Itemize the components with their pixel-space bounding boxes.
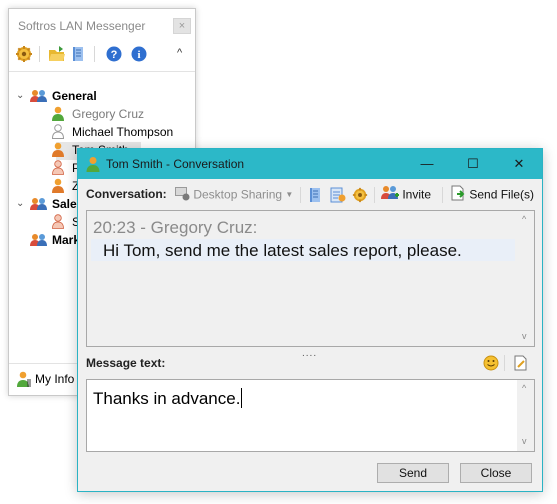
conversation-title-bar[interactable]: Tom Smith - Conversation — ☐ ✕ — [78, 149, 542, 179]
user-info-icon[interactable] — [330, 187, 346, 206]
history-scrollbar[interactable]: ^ v — [517, 211, 534, 346]
scroll-up-arrow-icon[interactable]: ^ — [522, 383, 526, 393]
group-icon — [30, 89, 48, 103]
svg-text:i: i — [137, 49, 140, 61]
scroll-down-arrow-icon[interactable]: v — [522, 436, 527, 446]
conversation-user-icon — [86, 156, 100, 172]
message-input-value: Thanks in advance. — [93, 389, 241, 408]
group-label: Mark — [52, 233, 81, 247]
group-label: General — [52, 89, 97, 103]
emoticon-icon[interactable] — [483, 355, 499, 374]
expand-chevron-icon[interactable]: ⌄ — [16, 87, 26, 105]
expand-chevron-icon[interactable]: ⌄ — [16, 195, 26, 213]
contact-name: Gregory Cruz — [72, 107, 145, 121]
desktop-sharing-label: Desktop Sharing — [193, 187, 283, 202]
conversation-toolbar: Conversation: Desktop Sharing ▼ Invite S… — [78, 182, 542, 206]
input-scrollbar[interactable]: ^ v — [517, 380, 534, 451]
my-info-user-icon — [17, 371, 31, 387]
conversation-title: Tom Smith - Conversation — [106, 157, 245, 171]
user-online-icon — [52, 106, 64, 121]
gear-icon[interactable] — [15, 45, 33, 63]
splitter-grip[interactable]: .... — [302, 348, 317, 359]
my-info-label: My Info — [35, 372, 75, 386]
gear-icon[interactable] — [352, 187, 368, 206]
contact-name: Michael Thompson — [72, 125, 174, 139]
main-close-button[interactable]: × — [173, 18, 191, 34]
group-icon — [30, 197, 48, 211]
message-body: Hi Tom, send me the latest sales report,… — [103, 241, 462, 260]
conversation-toolbar-label: Conversation: — [86, 187, 167, 201]
scroll-down-arrow-icon[interactable]: v — [522, 331, 527, 341]
minimize-button[interactable]: — — [404, 149, 450, 179]
message-text-label: Message text: — [86, 356, 166, 370]
monitor-icon — [174, 185, 190, 204]
invite-button[interactable]: Invite — [381, 185, 431, 204]
close-window-button[interactable]: ✕ — [496, 149, 542, 179]
user-away-icon — [52, 214, 64, 229]
help-icon[interactable]: ? — [105, 45, 123, 63]
user-away-icon — [52, 160, 64, 175]
collapse-toolbar-chevron-icon[interactable]: ^ — [177, 47, 182, 59]
format-text-icon[interactable] — [513, 355, 529, 374]
desktop-sharing-button[interactable]: Desktop Sharing ▼ — [174, 185, 293, 204]
dropdown-arrow-icon: ▼ — [285, 190, 294, 199]
send-file-icon — [450, 185, 466, 204]
message-header: 20:23 - Gregory Cruz: — [93, 218, 258, 237]
invite-users-icon — [381, 185, 399, 204]
main-window-title: Softros LAN Messenger — [18, 19, 146, 33]
user-online-icon — [52, 142, 64, 157]
conversation-window: Tom Smith - Conversation — ☐ ✕ Conversat… — [77, 148, 543, 492]
user-offline-icon — [51, 124, 65, 139]
invite-label: Invite — [402, 187, 432, 202]
send-files-button[interactable]: Send File(s) — [450, 185, 534, 204]
info-icon[interactable]: i — [130, 45, 148, 63]
send-files-label: Send File(s) — [469, 187, 535, 202]
open-folder-icon[interactable] — [48, 45, 66, 63]
send-button[interactable]: Send — [377, 463, 449, 483]
user-online-icon — [52, 178, 64, 193]
scroll-up-arrow-icon[interactable]: ^ — [522, 214, 526, 224]
main-toolbar: ? i — [15, 45, 191, 63]
close-button[interactable]: Close — [460, 463, 532, 483]
message-input[interactable]: Thanks in advance. ^ v — [86, 379, 535, 452]
message-input-text: Thanks in advance. — [93, 388, 243, 409]
group-icon — [30, 233, 48, 247]
svg-text:?: ? — [111, 49, 118, 61]
notes-icon[interactable] — [69, 45, 87, 63]
message-history[interactable]: 20:23 - Gregory Cruz: Hi Tom, send me th… — [86, 210, 535, 347]
maximize-button[interactable]: ☐ — [450, 149, 496, 179]
notes-icon[interactable] — [307, 187, 323, 206]
